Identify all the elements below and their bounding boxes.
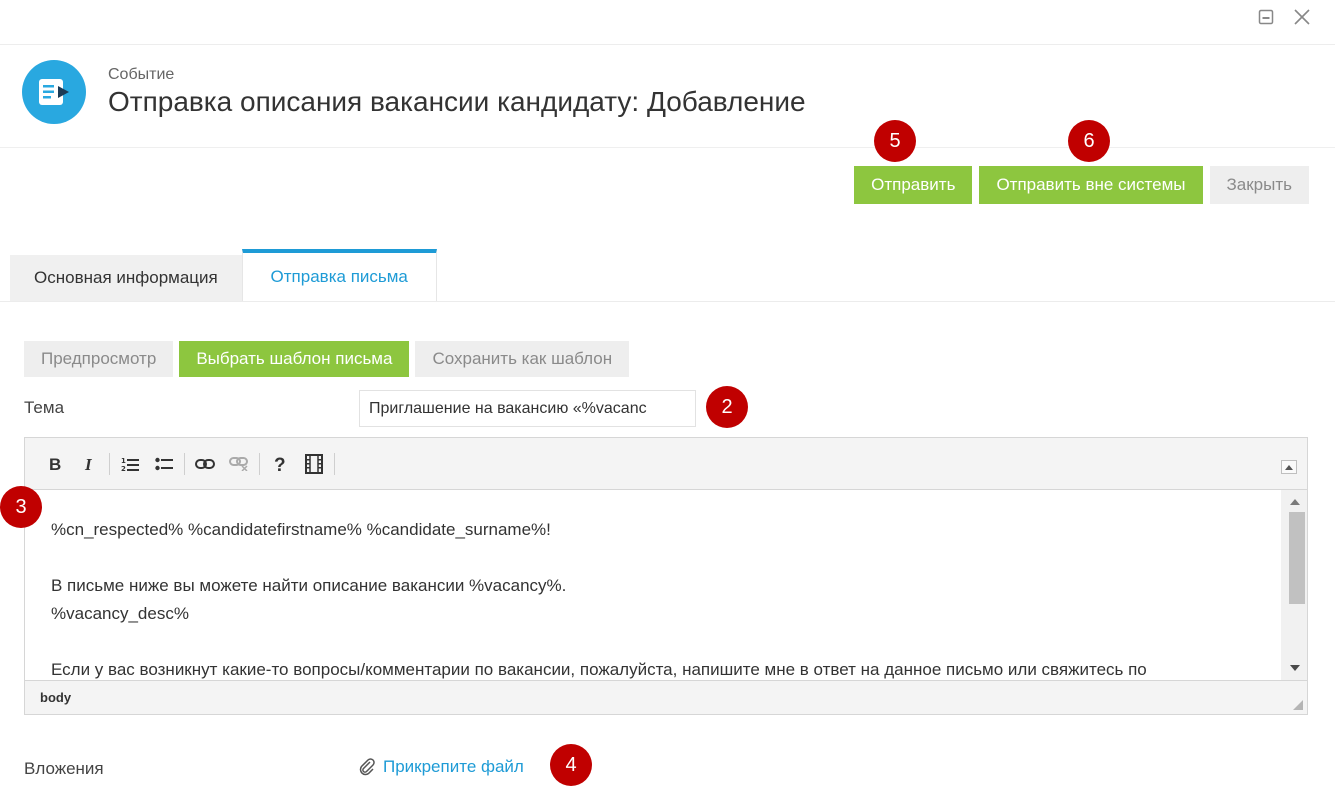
- header-divider: [0, 147, 1335, 148]
- window-controls: [1255, 6, 1313, 28]
- page-header: Событие Отправка описания вакансии канди…: [22, 60, 806, 124]
- toolbar-separator: [109, 452, 110, 475]
- editor-line: %vacancy_desc%: [51, 604, 189, 623]
- editor-line: В письме ниже вы можете найти описание в…: [51, 576, 567, 595]
- media-icon[interactable]: [300, 450, 328, 478]
- help-icon[interactable]: ?: [266, 450, 294, 478]
- unlink-icon[interactable]: [225, 450, 253, 478]
- bullet-list-icon[interactable]: [150, 450, 178, 478]
- editor-line: %cn_respected% %candidatefirstname% %can…: [51, 520, 551, 539]
- svg-text:?: ?: [274, 455, 286, 473]
- scroll-down-icon[interactable]: [1290, 665, 1300, 671]
- template-toolbar: Предпросмотр Выбрать шаблон письма Сохра…: [24, 341, 630, 377]
- annotation-badge: 2: [706, 386, 748, 428]
- annotation-badge: 5: [874, 120, 916, 162]
- save-template-button[interactable]: Сохранить как шаблон: [415, 341, 630, 377]
- email-send-icon: [22, 60, 86, 124]
- svg-text:I: I: [84, 456, 93, 472]
- editor-line: [51, 628, 1281, 656]
- top-divider: [0, 44, 1335, 45]
- choose-template-button[interactable]: Выбрать шаблон письма: [179, 341, 410, 377]
- scroll-up-icon[interactable]: [1290, 499, 1300, 505]
- preview-button[interactable]: Предпросмотр: [24, 341, 174, 377]
- annotation-badge: 4: [550, 744, 592, 786]
- svg-text:B: B: [49, 456, 61, 472]
- subject-input[interactable]: Приглашение на вакансию «%vacanc: [359, 390, 696, 427]
- tab-divider: [0, 301, 1335, 302]
- page-title: Отправка описания вакансии кандидату: До…: [108, 86, 806, 117]
- attach-file-label[interactable]: Прикрепите файл: [383, 757, 524, 777]
- annotation-badge: 6: [1068, 120, 1110, 162]
- toolbar-separator: [184, 452, 185, 475]
- send-outside-button[interactable]: Отправить вне системы: [979, 166, 1203, 204]
- action-bar: Отправить Отправить вне системы Закрыть: [854, 166, 1309, 204]
- rich-text-editor: B I 12 ? %cn_respected% %candidatefirstn…: [24, 437, 1308, 715]
- editor-statusbar: body: [25, 680, 1307, 714]
- element-path[interactable]: body: [40, 690, 71, 705]
- svg-text:2: 2: [121, 465, 126, 472]
- svg-text:1: 1: [121, 457, 126, 465]
- italic-icon[interactable]: I: [75, 450, 103, 478]
- toolbar-separator: [259, 452, 260, 475]
- editor-content[interactable]: %cn_respected% %candidatefirstname% %can…: [25, 490, 1281, 680]
- annotation-badge: 3: [0, 486, 42, 528]
- paperclip-icon: [359, 758, 375, 776]
- ordered-list-icon[interactable]: 12: [116, 450, 144, 478]
- send-button[interactable]: Отправить: [854, 166, 973, 204]
- bold-icon[interactable]: B: [41, 450, 69, 478]
- editor-line: Если у вас возникнут какие-то вопросы/ко…: [51, 660, 1147, 679]
- minimize-icon[interactable]: [1255, 6, 1277, 28]
- subject-label: Тема: [24, 398, 65, 417]
- resize-handle-icon[interactable]: [1293, 700, 1303, 710]
- editor-toolbar: B I 12 ?: [25, 438, 1307, 490]
- collapse-toolbar-icon[interactable]: [1281, 460, 1297, 474]
- attach-file-link[interactable]: Прикрепите файл: [359, 757, 524, 777]
- scrollbar-thumb[interactable]: [1289, 512, 1305, 604]
- toolbar-separator: [334, 452, 335, 475]
- close-icon[interactable]: [1291, 6, 1313, 28]
- attachments-label: Вложения: [24, 759, 104, 778]
- tab-bar: Основная информация Отправка письма: [10, 249, 437, 301]
- editor-line: [51, 544, 1281, 572]
- close-button[interactable]: Закрыть: [1209, 166, 1309, 204]
- link-icon[interactable]: [191, 450, 219, 478]
- tab-main-info[interactable]: Основная информация: [10, 255, 242, 301]
- page-subtitle: Событие: [108, 66, 175, 83]
- editor-scrollbar[interactable]: [1281, 490, 1307, 680]
- tab-send-email[interactable]: Отправка письма: [241, 249, 437, 301]
